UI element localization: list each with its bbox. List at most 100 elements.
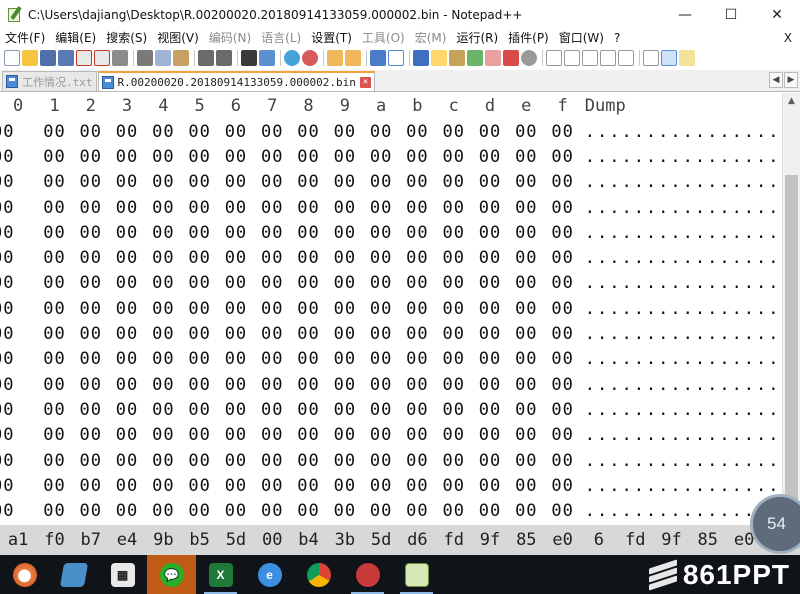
hex-byte[interactable]: 00	[290, 425, 326, 445]
hex-byte[interactable]: 00	[472, 147, 508, 167]
hex-byte[interactable]: 00	[472, 451, 508, 471]
monitoring-icon[interactable]	[503, 50, 519, 66]
hex-byte[interactable]: 00	[145, 299, 181, 319]
hex-byte[interactable]: 00	[436, 248, 472, 268]
hex-byte[interactable]: 00	[544, 476, 580, 496]
hex-byte[interactable]: 00	[290, 147, 326, 167]
hex-byte[interactable]: 00	[36, 223, 72, 243]
hex-byte[interactable]: 00	[218, 172, 254, 192]
excel-icon[interactable]: X	[196, 555, 245, 594]
menu-file[interactable]: 文件(F)	[0, 30, 50, 46]
indent-guide-icon[interactable]	[413, 50, 429, 66]
menu-language[interactable]: 语言(L)	[256, 30, 306, 46]
hex-byte[interactable]: 00	[399, 451, 435, 471]
hex-byte[interactable]: 00	[218, 451, 254, 471]
hex-byte[interactable]: 00	[508, 299, 544, 319]
sync-horizontal-icon[interactable]	[345, 50, 361, 66]
hex-byte[interactable]: 00	[508, 375, 544, 395]
hex-byte[interactable]: 00	[0, 349, 36, 369]
hex-byte[interactable]: 00	[363, 273, 399, 293]
show-all-chars-icon[interactable]	[388, 50, 404, 66]
hex-byte[interactable]: 00	[73, 425, 109, 445]
hex-byte[interactable]: 00	[218, 425, 254, 445]
chrome-icon[interactable]	[294, 555, 343, 594]
hex-byte[interactable]: 00	[218, 400, 254, 420]
hex-byte[interactable]: 00	[181, 324, 217, 344]
hex-byte[interactable]: 00	[109, 147, 145, 167]
hex-byte[interactable]: 00	[508, 324, 544, 344]
hex-byte[interactable]: 00	[254, 223, 290, 243]
hex-byte[interactable]: 00	[544, 248, 580, 268]
hex-byte[interactable]: 00	[436, 223, 472, 243]
hex-byte[interactable]: 00	[399, 349, 435, 369]
hex-byte[interactable]: 00	[399, 223, 435, 243]
minimize-button[interactable]: —	[662, 0, 708, 30]
hex-byte[interactable]: 00	[145, 375, 181, 395]
hex-byte[interactable]: 00	[145, 501, 181, 521]
hex-byte[interactable]: 00	[254, 476, 290, 496]
hex-byte[interactable]: 00	[109, 349, 145, 369]
hex-byte[interactable]: 00	[145, 349, 181, 369]
hex-byte[interactable]: 00	[544, 147, 580, 167]
hex-byte[interactable]: b4	[290, 530, 326, 550]
hex-byte[interactable]: 00	[0, 223, 36, 243]
hex-byte[interactable]: 00	[145, 172, 181, 192]
doc-map-icon[interactable]	[449, 50, 465, 66]
hex-byte[interactable]: 00	[0, 248, 36, 268]
hex-byte[interactable]: 00	[181, 400, 217, 420]
menu-view[interactable]: 视图(V)	[152, 30, 204, 46]
hex-byte[interactable]: 00	[218, 122, 254, 142]
hex-byte[interactable]: 00	[544, 273, 580, 293]
hex-byte[interactable]: 00	[36, 349, 72, 369]
hex-byte[interactable]: 00	[73, 476, 109, 496]
hex-byte[interactable]: 00	[327, 198, 363, 218]
hex-byte[interactable]: 00	[472, 223, 508, 243]
menu-window[interactable]: 窗口(W)	[554, 30, 609, 46]
dump-text[interactable]: ................	[585, 273, 781, 293]
hex-byte[interactable]: 00	[290, 248, 326, 268]
wechat-icon[interactable]: 💬	[147, 555, 196, 594]
open-file-icon[interactable]	[22, 50, 38, 66]
hex-byte[interactable]: 00	[436, 147, 472, 167]
hex-byte[interactable]: 00	[0, 273, 36, 293]
hex-byte[interactable]: 00	[436, 324, 472, 344]
dump-text[interactable]: ................	[585, 122, 781, 142]
hex-byte[interactable]: 00	[436, 400, 472, 420]
hex-byte[interactable]: 00	[436, 172, 472, 192]
hex-byte[interactable]: 00	[508, 198, 544, 218]
dump-text[interactable]: ................	[585, 451, 781, 471]
close-file-icon[interactable]	[76, 50, 92, 66]
hex-byte[interactable]: 00	[472, 375, 508, 395]
hex-byte[interactable]: 00	[544, 400, 580, 420]
hex-byte[interactable]: 00	[327, 400, 363, 420]
hex-byte[interactable]: 00	[508, 273, 544, 293]
dump-text[interactable]: ................	[585, 425, 781, 445]
hex-byte[interactable]: 00	[181, 147, 217, 167]
hex-byte[interactable]: 00	[0, 425, 36, 445]
hex-byte[interactable]: 00	[399, 198, 435, 218]
hex-byte[interactable]: 00	[508, 248, 544, 268]
hex-byte[interactable]: 00	[472, 400, 508, 420]
save-icon[interactable]	[40, 50, 56, 66]
hex-byte[interactable]: 00	[508, 122, 544, 142]
hex-byte[interactable]: 00	[36, 122, 72, 142]
hex-byte[interactable]: 00	[544, 501, 580, 521]
hex-byte[interactable]: 00	[508, 147, 544, 167]
hex-byte[interactable]: 00	[36, 400, 72, 420]
hex-byte[interactable]: 00	[109, 223, 145, 243]
hex-byte[interactable]: 00	[327, 223, 363, 243]
hex-byte[interactable]: 00	[399, 476, 435, 496]
hex-byte[interactable]: 00	[145, 400, 181, 420]
calculator-icon[interactable]: ▦	[98, 555, 147, 594]
menu-settings[interactable]: 设置(T)	[306, 30, 357, 46]
hex-byte[interactable]: 00	[290, 501, 326, 521]
close-button[interactable]: ✕	[754, 0, 800, 30]
hex-byte[interactable]: 6	[581, 530, 617, 550]
hex-byte[interactable]: 00	[254, 198, 290, 218]
hex-byte[interactable]: 00	[36, 198, 72, 218]
hex-byte[interactable]: 00	[472, 299, 508, 319]
plugin-icon[interactable]	[679, 50, 695, 66]
hex-byte[interactable]: 00	[109, 324, 145, 344]
hex-byte[interactable]: b5	[181, 530, 217, 550]
hex-byte[interactable]: 5d	[363, 530, 399, 550]
